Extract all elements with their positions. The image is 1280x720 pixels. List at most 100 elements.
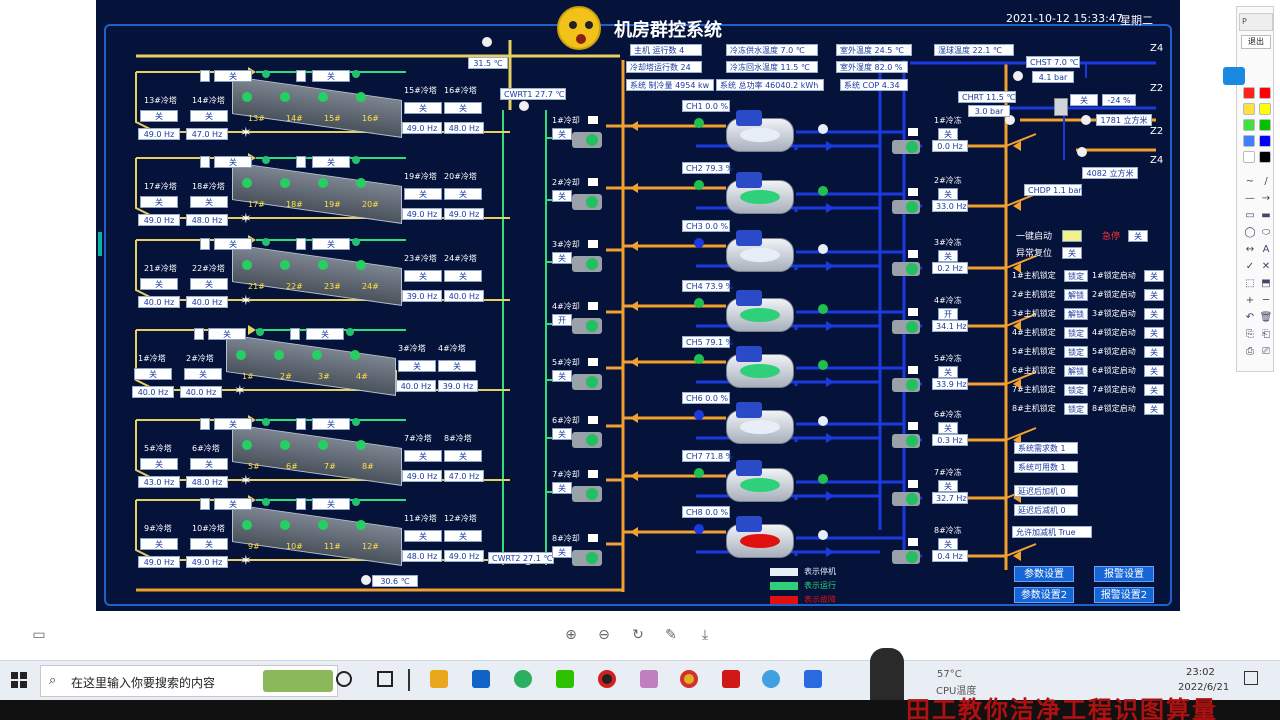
cw-pump-state[interactable]: 关	[552, 370, 572, 382]
host-lock-toggle[interactable]: 锁定	[1064, 327, 1088, 339]
trash-icon[interactable]: 🗑	[1259, 311, 1273, 325]
param-settings2-button[interactable]: 参数设置2	[1014, 587, 1074, 603]
autocad-icon[interactable]	[722, 670, 740, 688]
save-icon[interactable]: ⎚	[1259, 345, 1273, 359]
lock-auto-toggle[interactable]: 关	[1144, 308, 1164, 320]
cw-pump-state[interactable]: 关	[552, 190, 572, 202]
chw-pump-state[interactable]: 关	[938, 188, 958, 200]
alarm-settings2-button[interactable]: 报警设置2	[1094, 587, 1154, 603]
alarm-settings-button[interactable]: 报警设置	[1094, 566, 1154, 582]
qq-icon[interactable]	[762, 670, 780, 688]
rotate-icon[interactable]: ↻	[630, 627, 646, 643]
cw-pump-state[interactable]: 关	[552, 252, 572, 264]
host-lock-toggle[interactable]: 锁定	[1064, 384, 1088, 396]
undo-icon[interactable]: ↶	[1243, 311, 1257, 325]
task-view-icon[interactable]	[377, 671, 393, 687]
pen-icon[interactable]: /	[1259, 175, 1273, 189]
tower-state[interactable]: 关	[398, 360, 436, 372]
double-arrow-icon[interactable]: ↔	[1243, 243, 1257, 257]
tower-state[interactable]: 关	[444, 188, 482, 200]
select-icon[interactable]: ⬚	[1243, 277, 1257, 291]
clock-time[interactable]: 23:02	[1186, 667, 1215, 678]
cw-pump-state[interactable]: 关	[552, 128, 572, 140]
tower-fan-state[interactable]: 关	[312, 238, 350, 250]
tower-state[interactable]: 关	[444, 530, 482, 542]
color-swatch[interactable]	[1243, 103, 1255, 115]
exit-button[interactable]: 退出	[1241, 35, 1271, 49]
tower-fan-state[interactable]: 关	[312, 156, 350, 168]
tower-state[interactable]: 关	[140, 458, 178, 470]
tower-state[interactable]: 关	[444, 102, 482, 114]
ellipse-icon[interactable]: ⬭	[1259, 226, 1273, 240]
lock-auto-toggle[interactable]: 关	[1144, 346, 1164, 358]
host-lock-toggle[interactable]: 锁定	[1064, 270, 1088, 282]
host-lock-toggle[interactable]: 锁定	[1064, 346, 1088, 358]
fault-reset-button[interactable]: 关	[1062, 247, 1082, 259]
host-lock-toggle[interactable]: 解锁	[1064, 308, 1088, 320]
host-lock-toggle[interactable]: 锁定	[1064, 403, 1088, 415]
rect-icon[interactable]: ▭	[1243, 209, 1257, 223]
chw-pump-state[interactable]: 关	[938, 538, 958, 550]
tower-state[interactable]: 关	[140, 278, 178, 290]
chw-pump-state[interactable]: 关	[938, 250, 958, 262]
notification-icon[interactable]	[1244, 671, 1258, 685]
recorder-icon[interactable]	[598, 670, 616, 688]
color-swatch[interactable]	[1259, 135, 1271, 147]
host-lock-toggle[interactable]: 解锁	[1064, 365, 1088, 377]
cloud-icon[interactable]	[1223, 67, 1245, 85]
lock-auto-toggle[interactable]: 关	[1144, 365, 1164, 377]
tower-state[interactable]: 关	[190, 196, 228, 208]
side-handle[interactable]	[98, 232, 102, 256]
lock-auto-toggle[interactable]: 关	[1144, 327, 1164, 339]
tower-fan-state[interactable]: 关	[214, 498, 252, 510]
one-key-start-button[interactable]	[1062, 230, 1082, 242]
color-swatch[interactable]	[1243, 119, 1255, 131]
color-swatch[interactable]	[1243, 135, 1255, 147]
image-tool-icon[interactable]	[640, 670, 658, 688]
plus-icon[interactable]: +	[1243, 294, 1257, 308]
host-lock-toggle[interactable]: 解锁	[1064, 289, 1088, 301]
tower-state[interactable]: 关	[134, 368, 172, 380]
tower-state[interactable]: 关	[190, 278, 228, 290]
minus-icon[interactable]: ─	[1259, 294, 1273, 308]
chw-pump-state[interactable]: 关	[938, 480, 958, 492]
line-icon[interactable]: —	[1243, 192, 1257, 206]
tower-state[interactable]: 关	[404, 450, 442, 462]
tower-state[interactable]: 关	[404, 102, 442, 114]
bypass-valve-icon[interactable]	[1054, 98, 1068, 116]
tower-state[interactable]: 关	[404, 270, 442, 282]
tower-state[interactable]: 关	[190, 110, 228, 122]
param-settings-button[interactable]: 参数设置	[1014, 566, 1074, 582]
emergency-stop-button[interactable]: 关	[1128, 230, 1148, 242]
tower-state[interactable]: 关	[444, 450, 482, 462]
zoom-out-icon[interactable]: ⊖	[596, 627, 612, 643]
windows-start-icon[interactable]	[10, 671, 28, 689]
cw-pump-state[interactable]: 关	[552, 428, 572, 440]
chw-pump-state[interactable]: 关	[938, 128, 958, 140]
color-swatch[interactable]	[1259, 103, 1271, 115]
screen-icon[interactable]: ▭	[31, 627, 47, 643]
color-swatch[interactable]	[1259, 87, 1271, 99]
tower-fan-state[interactable]: 关	[214, 70, 252, 82]
filled-rect-icon[interactable]: ▬	[1259, 209, 1273, 223]
wps-icon[interactable]	[804, 670, 822, 688]
crop-icon[interactable]: ⬒	[1259, 277, 1273, 291]
color-swatch[interactable]	[1243, 151, 1255, 163]
wechat-icon[interactable]	[556, 670, 574, 688]
curve-icon[interactable]: ~	[1243, 175, 1257, 189]
tower-state[interactable]: 关	[404, 530, 442, 542]
tower-fan-state[interactable]: 关	[214, 238, 252, 250]
color-swatch[interactable]	[1259, 119, 1271, 131]
arrow-icon[interactable]: →	[1259, 192, 1273, 206]
tower-state[interactable]: 关	[184, 368, 222, 380]
circle-icon[interactable]: ◯	[1243, 226, 1257, 240]
file-explorer-icon[interactable]	[430, 670, 448, 688]
tower-state[interactable]: 关	[438, 360, 476, 372]
cw-pump-state[interactable]: 开	[552, 314, 572, 326]
color-swatch[interactable]	[1259, 151, 1271, 163]
tower-state[interactable]: 关	[140, 196, 178, 208]
cw-pump-state[interactable]: 关	[552, 546, 572, 558]
tower-state[interactable]: 关	[190, 538, 228, 550]
download-icon[interactable]: ⤓	[697, 627, 713, 643]
check-icon[interactable]: ✓	[1243, 260, 1257, 274]
